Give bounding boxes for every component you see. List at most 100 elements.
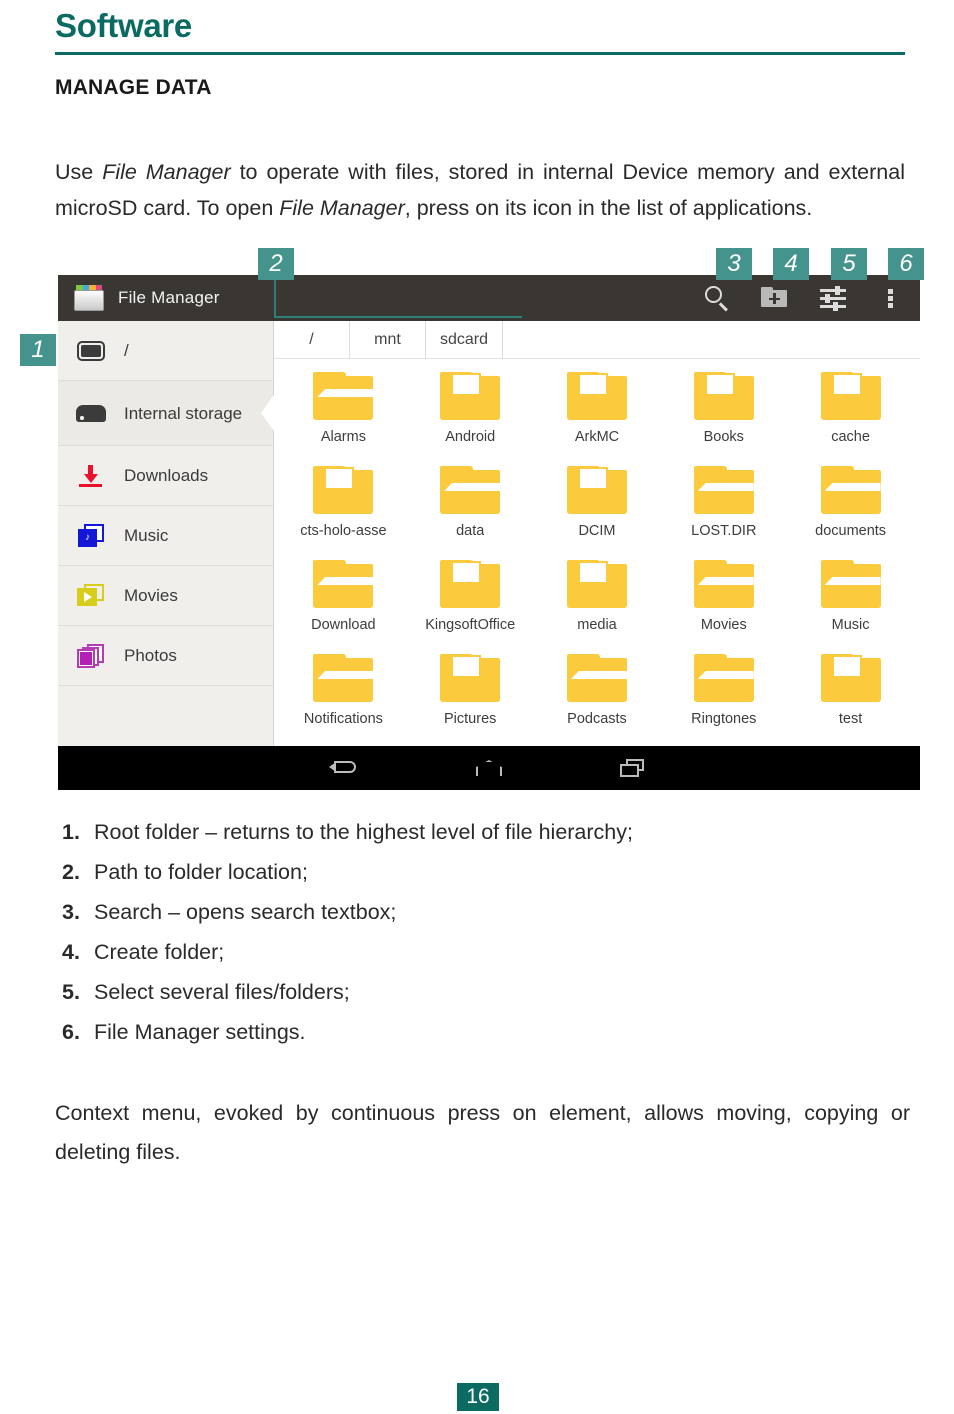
sidebar-item-movies[interactable]: Movies xyxy=(58,566,273,626)
folder-item[interactable]: documents xyxy=(787,458,914,552)
legend-number: 4. xyxy=(62,940,80,964)
folder-icon xyxy=(693,466,754,514)
folder-item[interactable]: Android xyxy=(407,364,534,458)
folder-item[interactable]: Podcasts xyxy=(534,646,661,740)
legend-text: Create folder; xyxy=(94,940,225,964)
folder-with-document-icon xyxy=(440,372,501,420)
folder-label: Music xyxy=(831,617,870,633)
page-number: 16 xyxy=(457,1383,499,1411)
folder-item[interactable]: data xyxy=(407,458,534,552)
selected-indicator-notch xyxy=(261,395,274,431)
folder-item[interactable]: Alarms xyxy=(280,364,407,458)
folder-item[interactable]: Books xyxy=(660,364,787,458)
folder-item[interactable]: cache xyxy=(787,364,914,458)
folder-with-document-icon xyxy=(566,560,627,608)
folder-icon xyxy=(820,560,881,608)
legend-item: 5. Select several files/folders; xyxy=(62,972,912,1012)
sidebar-item-root[interactable]: / xyxy=(58,321,273,381)
folder-with-document-icon xyxy=(313,466,374,514)
folder-label: cts-holo-asse xyxy=(300,523,387,539)
folder-icon xyxy=(693,654,754,702)
sidebar-item-photos[interactable]: Photos xyxy=(58,626,273,686)
folder-grid: Alarms Android ArkMC Books cache cts-hol… xyxy=(274,360,920,746)
title-underline-rule xyxy=(55,52,905,55)
callout-badge-1: 1 xyxy=(20,334,56,366)
folder-label: Books xyxy=(703,429,744,445)
folder-with-document-icon xyxy=(566,466,627,514)
folder-item[interactable]: Movies xyxy=(660,552,787,646)
folder-icon xyxy=(566,654,627,702)
folder-item[interactable]: Notifications xyxy=(280,646,407,740)
folder-icon xyxy=(313,372,374,420)
callout-badge-2: 2 xyxy=(258,248,294,280)
back-nav-icon[interactable] xyxy=(328,756,362,780)
folder-item[interactable]: media xyxy=(534,552,661,646)
legend-number: 1. xyxy=(62,820,80,844)
folder-item[interactable]: LOST.DIR xyxy=(660,458,787,552)
overflow-menu-icon[interactable] xyxy=(876,283,906,313)
folder-item[interactable]: test xyxy=(787,646,914,740)
legend-list: 1. Root folder – returns to the highest … xyxy=(62,812,912,1052)
folder-icon xyxy=(820,466,881,514)
folder-label: Android xyxy=(445,429,496,445)
folder-label: LOST.DIR xyxy=(691,523,757,539)
legend-item: 2. Path to folder location; xyxy=(62,852,912,892)
sidebar: / Internal storage Downloads ♪ Music Mov… xyxy=(58,321,274,746)
home-nav-icon[interactable] xyxy=(472,756,506,780)
callout-badge-3: 3 xyxy=(716,248,752,280)
legend-item: 6. File Manager settings. xyxy=(62,1012,912,1052)
folder-icon xyxy=(693,560,754,608)
content-pane: / mnt sdcard Alarms Android ArkMC Books … xyxy=(274,321,920,746)
root-folder-icon xyxy=(76,339,106,363)
legend-number: 5. xyxy=(62,980,80,1004)
closing-paragraph: Context menu, evoked by continuous press… xyxy=(55,1100,910,1164)
breadcrumb: / mnt sdcard xyxy=(274,321,920,359)
breadcrumb-item[interactable]: mnt xyxy=(350,321,426,358)
sidebar-item-internal-storage[interactable]: Internal storage xyxy=(58,381,274,446)
sidebar-item-downloads[interactable]: Downloads xyxy=(58,446,273,506)
folder-label: Movies xyxy=(700,617,747,633)
legend-item: 1. Root folder – returns to the highest … xyxy=(62,812,912,852)
hard-drive-icon xyxy=(76,401,106,425)
folder-item[interactable]: cts-holo-asse xyxy=(280,458,407,552)
folder-item[interactable]: Download xyxy=(280,552,407,646)
download-arrow-icon xyxy=(76,464,106,488)
folder-label: Notifications xyxy=(303,711,383,727)
folder-item[interactable]: Ringtones xyxy=(660,646,787,740)
folder-label: Ringtones xyxy=(691,711,757,727)
folder-with-document-icon xyxy=(820,654,881,702)
folder-item[interactable]: Pictures xyxy=(407,646,534,740)
recents-nav-icon[interactable] xyxy=(616,756,650,780)
folder-icon xyxy=(313,560,374,608)
new-folder-icon[interactable] xyxy=(760,283,790,313)
legend-text: Search – opens search textbox; xyxy=(94,900,397,924)
folder-item[interactable]: KingsoftOffice xyxy=(407,552,534,646)
sidebar-item-music[interactable]: ♪ Music xyxy=(58,506,273,566)
folder-item[interactable]: ArkMC xyxy=(534,364,661,458)
android-navigation-bar xyxy=(58,746,920,790)
callout-badge-5: 5 xyxy=(831,248,867,280)
folder-item[interactable]: DCIM xyxy=(534,458,661,552)
breadcrumb-item[interactable]: / xyxy=(274,321,350,358)
folder-label: Pictures xyxy=(444,711,497,727)
folder-label: data xyxy=(456,523,485,539)
folder-label: DCIM xyxy=(578,523,616,539)
sidebar-item-label: Internal storage xyxy=(124,403,243,423)
intro-emphasis-1: File Manager xyxy=(102,159,231,184)
breadcrumb-item[interactable]: sdcard xyxy=(426,321,504,358)
intro-part-1: Use xyxy=(55,159,103,184)
sidebar-item-label: Downloads xyxy=(124,465,209,485)
folder-label: Download xyxy=(311,617,376,633)
legend-text: File Manager settings. xyxy=(94,1020,306,1044)
search-icon[interactable] xyxy=(702,283,732,313)
folder-with-document-icon xyxy=(440,654,501,702)
page-title: Software xyxy=(55,7,192,44)
legend-number: 6. xyxy=(62,1020,80,1044)
sliders-settings-icon[interactable] xyxy=(818,283,848,313)
sidebar-item-label: Movies xyxy=(124,585,178,605)
folder-icon xyxy=(440,466,501,514)
callout-2-leader-line xyxy=(274,262,522,318)
folder-item[interactable]: Music xyxy=(787,552,914,646)
movie-play-icon xyxy=(76,583,106,608)
legend-item: 3. Search – opens search textbox; xyxy=(62,892,912,932)
